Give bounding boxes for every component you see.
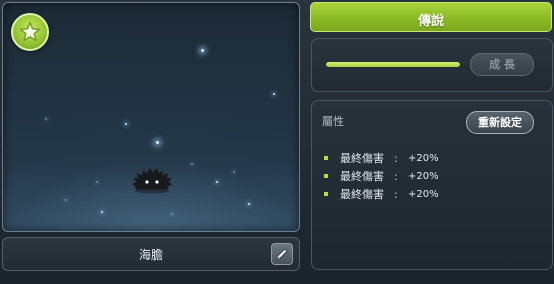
pet-window: 海膽 傳說 成 長 屬性 重新設定 最終傷害 : +20% 最終傷害: +20… xyxy=(0,0,554,284)
reset-attributes-button[interactable]: 重新設定 xyxy=(466,111,534,134)
pet-name-bar: 海膽 xyxy=(2,237,300,271)
growth-panel: 成 長 xyxy=(311,38,553,92)
attribute-value: +20% xyxy=(408,152,439,164)
growth-progress-bar xyxy=(326,62,460,67)
growth-button[interactable]: 成 長 xyxy=(470,53,534,76)
attribute-separator: : xyxy=(394,151,398,165)
pencil-icon xyxy=(276,248,288,260)
pet-name: 海膽 xyxy=(138,248,163,262)
attribute-separator: : xyxy=(394,169,398,183)
sparkle xyxy=(101,211,103,213)
sparkle xyxy=(96,181,98,183)
attribute-separator: : xyxy=(394,187,398,201)
attribute-row: 最終傷害 : +20% xyxy=(324,149,439,167)
sparkle xyxy=(45,118,47,120)
sparkle xyxy=(191,163,193,165)
grade-star-badge xyxy=(11,13,49,51)
rank-header: 傳說 xyxy=(310,2,552,32)
sparkle xyxy=(273,93,275,95)
bullet-icon xyxy=(324,174,328,178)
sparkle xyxy=(156,141,159,144)
attribute-title: 屬性 xyxy=(322,115,344,128)
attribute-list: 最終傷害 : +20% 最終傷害 : +20% 最終傷害 : +20% xyxy=(324,149,439,203)
bullet-icon xyxy=(324,192,328,196)
pet-sprite xyxy=(131,167,173,194)
bullet-icon xyxy=(324,156,328,160)
attribute-name: 最終傷害 xyxy=(340,152,384,165)
attribute-name: 最終傷害 xyxy=(340,170,384,183)
sparkle xyxy=(216,181,218,183)
sparkle xyxy=(125,123,127,125)
attribute-row: 最終傷害 : +20% xyxy=(324,185,439,203)
edit-name-button[interactable] xyxy=(271,243,293,265)
sparkle xyxy=(201,49,204,52)
growth-progress-fill xyxy=(326,62,460,67)
attribute-panel: 屬性 重新設定 最終傷害 : +20% 最終傷害 : +20% 最終傷害 : +… xyxy=(311,100,553,270)
sparkle xyxy=(65,199,67,201)
pet-preview-panel xyxy=(2,2,300,232)
sparkle xyxy=(248,203,250,205)
rank-label: 傳說 xyxy=(417,14,444,29)
attribute-row: 最終傷害 : +20% xyxy=(324,167,439,185)
attribute-name: 最終傷害 xyxy=(340,188,384,201)
sparkle xyxy=(233,171,235,173)
sparkle xyxy=(171,213,173,215)
attribute-value: +20% xyxy=(408,170,439,182)
attribute-value: +20% xyxy=(408,188,439,200)
star-icon xyxy=(19,21,41,42)
